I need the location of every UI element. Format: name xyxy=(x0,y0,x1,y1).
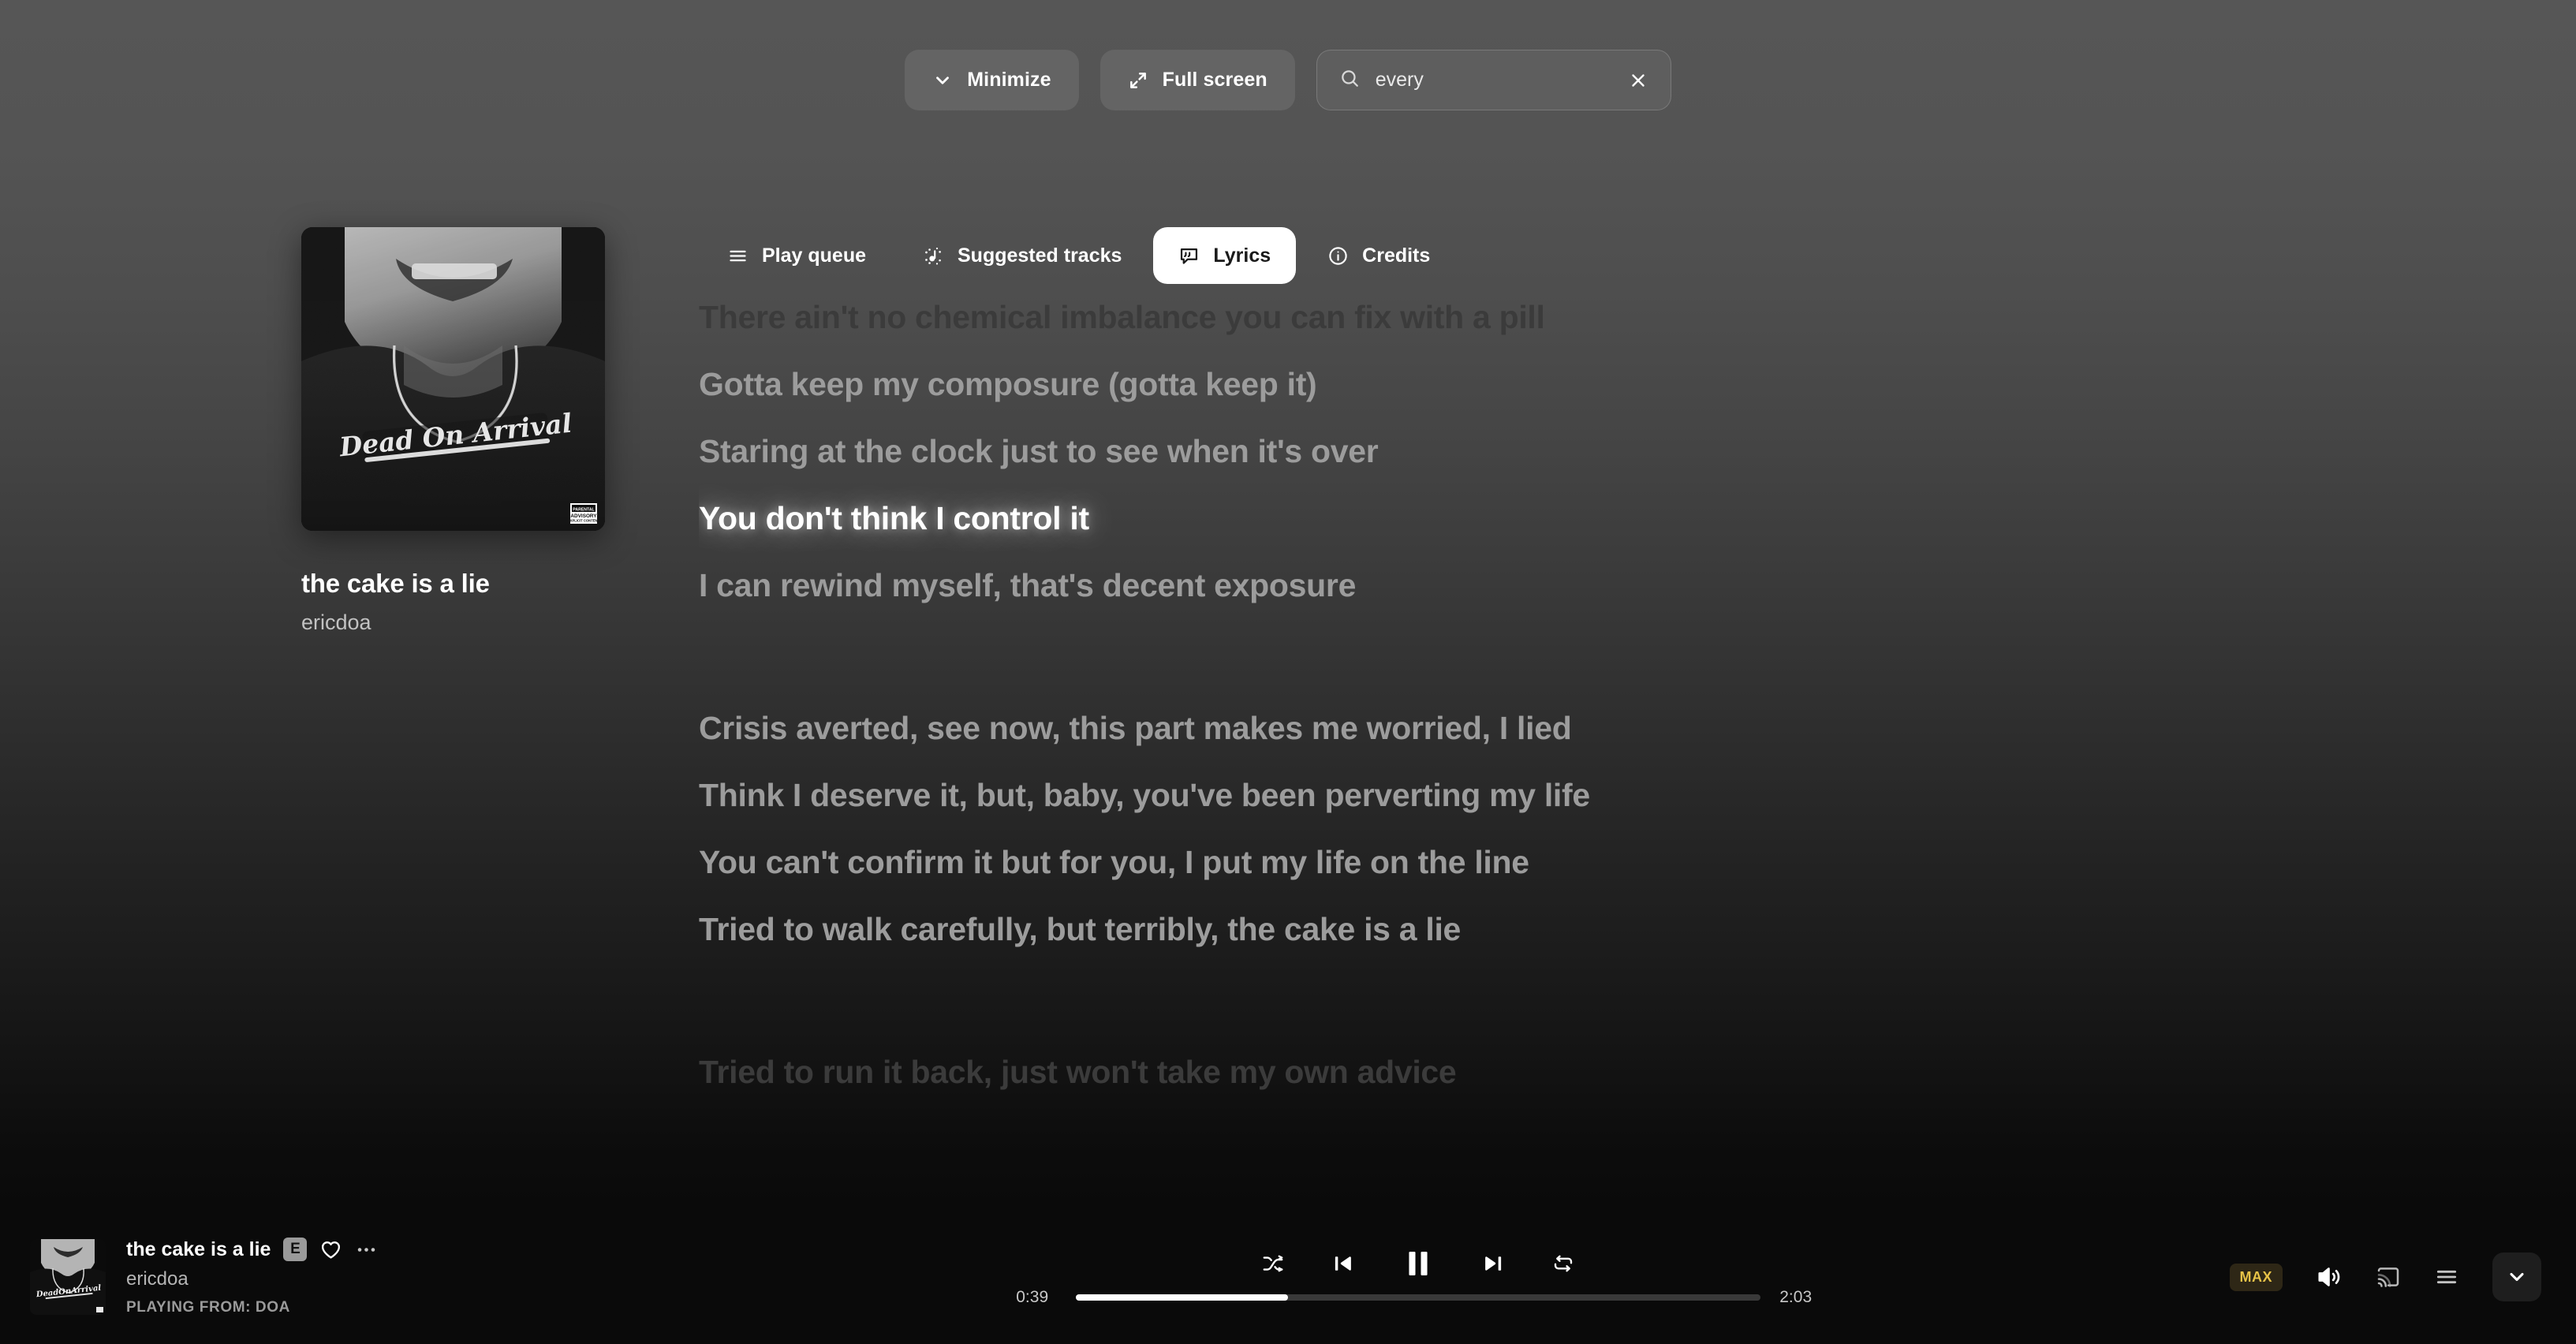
cast-button[interactable] xyxy=(2376,1264,2401,1290)
lyric-line[interactable]: Tried to walk carefully, but terribly, t… xyxy=(699,896,2537,963)
player-track-info: DeadOnArrival the cake is a lie E ericdo… xyxy=(0,1238,607,1316)
tab-suggested-tracks[interactable]: Suggested tracks xyxy=(898,227,1147,284)
tab-label: Lyrics xyxy=(1213,244,1271,267)
search-icon xyxy=(1339,68,1360,92)
player-track-artist[interactable]: ericdoa xyxy=(126,1268,378,1290)
queue-list-button[interactable] xyxy=(2434,1264,2459,1290)
pause-icon xyxy=(1409,1251,1428,1276)
sparkle-note-icon xyxy=(923,245,944,267)
lyric-line[interactable]: Tried to run it back, just won't take my… xyxy=(699,1039,2537,1106)
view-controls-bar: Minimize Full screen every xyxy=(0,50,2576,110)
quality-badge[interactable]: MAX xyxy=(2229,1263,2283,1291)
player-album-thumbnail-image: DeadOnArrival xyxy=(30,1239,106,1315)
search-field[interactable]: every xyxy=(1316,50,1671,110)
volume-button[interactable] xyxy=(2316,1264,2343,1290)
now-playing-title: the cake is a lie xyxy=(301,569,490,598)
minimize-label: Minimize xyxy=(967,69,1051,91)
now-playing-artist[interactable]: ericdoa xyxy=(301,610,605,635)
clear-search-button[interactable] xyxy=(1628,70,1648,91)
player-right-controls: MAX xyxy=(2229,1253,2576,1301)
elapsed-time: 0:39 xyxy=(1016,1288,1049,1306)
lyrics-panel[interactable]: There ain't no chemical imbalance you ca… xyxy=(699,284,2537,1210)
lyric-line[interactable]: Crisis averted, see now, this part makes… xyxy=(699,695,2537,762)
player-controls: 0:39 2:03 xyxy=(607,1247,2230,1307)
total-duration: 2:03 xyxy=(1779,1288,1813,1306)
album-art: Dead On Arrival PARENTAL ADVISORY EXPLIC… xyxy=(301,227,605,531)
lyrics-bubble-icon xyxy=(1178,245,1200,267)
track-art-panel: Dead On Arrival PARENTAL ADVISORY EXPLIC… xyxy=(301,227,605,635)
parental-advisory-badge: PARENTAL ADVISORY EXPLICIT CONTENT xyxy=(570,503,597,524)
player-track-title[interactable]: the cake is a lie xyxy=(126,1238,271,1261)
like-button[interactable] xyxy=(319,1238,342,1261)
panel-tabs: Play queue Suggested tracks Lyrics Credi… xyxy=(702,227,1455,284)
player-bar: DeadOnArrival the cake is a lie E ericdo… xyxy=(0,1210,2576,1344)
play-pause-button[interactable] xyxy=(1402,1247,1435,1280)
expand-icon xyxy=(1128,70,1148,91)
tab-label: Suggested tracks xyxy=(958,244,1122,267)
now-playing-view: Minimize Full screen every Dead On Arriv… xyxy=(0,0,2576,1210)
queue-icon xyxy=(727,245,749,267)
lyric-line[interactable]: Staring at the clock just to see when it… xyxy=(699,418,2537,485)
lyric-line[interactable]: You can't confirm it but for you, I put … xyxy=(699,829,2537,896)
seek-bar[interactable] xyxy=(1076,1294,1761,1301)
seek-bar-row: 0:39 2:03 xyxy=(1016,1288,1820,1307)
chevron-down-icon xyxy=(2510,1272,2524,1282)
more-options-button[interactable] xyxy=(355,1238,378,1261)
chevron-down-icon xyxy=(932,70,953,91)
lyric-spacer xyxy=(699,619,2537,695)
svg-text:EXPLICIT CONTENT: EXPLICIT CONTENT xyxy=(570,519,597,523)
lyric-line[interactable]: You don't think I control it xyxy=(699,485,2537,552)
tab-play-queue[interactable]: Play queue xyxy=(702,227,891,284)
seek-bar-fill xyxy=(1076,1294,1289,1301)
tab-credits[interactable]: Credits xyxy=(1302,227,1455,284)
transport-controls xyxy=(1261,1247,1575,1280)
minimize-button[interactable]: Minimize xyxy=(905,50,1079,110)
lyric-line[interactable]: Think I deserve it, but, baby, you've be… xyxy=(699,762,2537,829)
player-album-thumbnail[interactable]: DeadOnArrival xyxy=(30,1239,106,1315)
next-track-button[interactable] xyxy=(1480,1251,1506,1276)
album-art-image: Dead On Arrival xyxy=(301,227,605,531)
shuffle-button[interactable] xyxy=(1261,1252,1285,1275)
info-icon xyxy=(1327,245,1349,267)
tab-lyrics[interactable]: Lyrics xyxy=(1153,227,1297,284)
lyric-line[interactable]: There ain't no chemical imbalance you ca… xyxy=(699,284,2537,351)
previous-track-button[interactable] xyxy=(1331,1251,1356,1276)
svg-text:PARENTAL: PARENTAL xyxy=(573,507,595,512)
lyric-spacer xyxy=(699,963,2537,1039)
lyric-line[interactable]: I can rewind myself, that's decent expos… xyxy=(699,552,2537,619)
tab-label: Credits xyxy=(1362,244,1431,267)
tab-label: Play queue xyxy=(762,244,866,267)
explicit-badge: E xyxy=(283,1238,308,1261)
repeat-button[interactable] xyxy=(1551,1252,1575,1275)
full-screen-button[interactable]: Full screen xyxy=(1099,50,1295,110)
lyric-line[interactable]: Gotta keep my composure (gotta keep it) xyxy=(699,351,2537,418)
playing-from-label: PLAYING FROM: DOA xyxy=(126,1299,290,1316)
search-input-value[interactable]: every xyxy=(1376,69,1612,91)
collapse-view-button[interactable] xyxy=(2492,1253,2541,1301)
full-screen-label: Full screen xyxy=(1162,69,1267,91)
